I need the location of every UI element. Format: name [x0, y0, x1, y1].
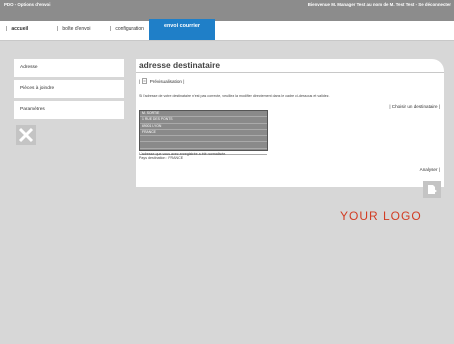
- title-bar: PDO - Options d'envoi Bienvenue M. Manag…: [0, 0, 454, 21]
- company-logo: YOUR LOGO: [340, 209, 422, 223]
- separator: |: [139, 79, 141, 84]
- document-icon: [142, 78, 148, 84]
- separator: |: [438, 104, 440, 109]
- address-field[interactable]: M. SORTIE 1 RUE DES PONTS 69001 LYON FRA…: [139, 110, 268, 156]
- tab-boite-envoi[interactable]: | boîte d'envoi: [55, 21, 91, 40]
- sidebar-item-pieces[interactable]: Pièces à joindre: [14, 80, 124, 98]
- choose-recipient-button[interactable]: | Choisir un destinataire |: [389, 104, 440, 109]
- tab-configuration[interactable]: | configuration: [108, 21, 144, 40]
- tab-boite-label: boîte d'envoi: [62, 26, 91, 32]
- sidebar-item-adresse[interactable]: Adresse: [14, 59, 124, 77]
- country-text: Pays destination : FRANCE: [139, 156, 184, 161]
- separator: |: [389, 104, 391, 109]
- choose-label: Choisir un destinataire: [391, 104, 438, 109]
- address-panel: adresse destinataire | Prévisualisation …: [136, 59, 444, 187]
- preview-label: Prévisualisation: [149, 79, 182, 84]
- close-button[interactable]: [16, 125, 36, 145]
- window-title: PDO - Options d'envoi: [4, 2, 51, 7]
- tab-separator: |: [110, 26, 112, 32]
- analyze-button[interactable]: Analyser |: [420, 167, 440, 172]
- title-divider: [136, 72, 444, 73]
- tab-envoi-courrier[interactable]: envoi courrier: [149, 19, 215, 40]
- document-arrow-icon: [428, 185, 437, 194]
- tab-separator: |: [6, 26, 8, 32]
- tab-config-label: configuration: [115, 26, 144, 32]
- close-icon: [18, 127, 34, 143]
- tab-bar: | accueil | boîte d'envoi | configuration: [0, 21, 454, 41]
- tab-separator: |: [57, 26, 59, 32]
- separator: |: [438, 167, 440, 172]
- tab-accueil-label: accueil: [11, 26, 29, 32]
- next-button[interactable]: [423, 181, 441, 198]
- welcome-text[interactable]: Bienvenue M. Manager Test au nom de M. T…: [308, 2, 451, 7]
- analyze-label: Analyser: [419, 167, 438, 172]
- page-title: adresse destinataire: [139, 60, 221, 70]
- sidebar-item-parametres[interactable]: Paramètres: [14, 101, 124, 119]
- tab-accueil[interactable]: | accueil: [4, 21, 28, 40]
- separator: |: [183, 79, 185, 84]
- info-text: Si l'adresse de votre destinataire n'est…: [139, 94, 330, 98]
- preview-link[interactable]: | Prévisualisation |: [139, 78, 184, 84]
- normalization-note: L'adresse que vous avez enregistrée a ét…: [139, 152, 226, 161]
